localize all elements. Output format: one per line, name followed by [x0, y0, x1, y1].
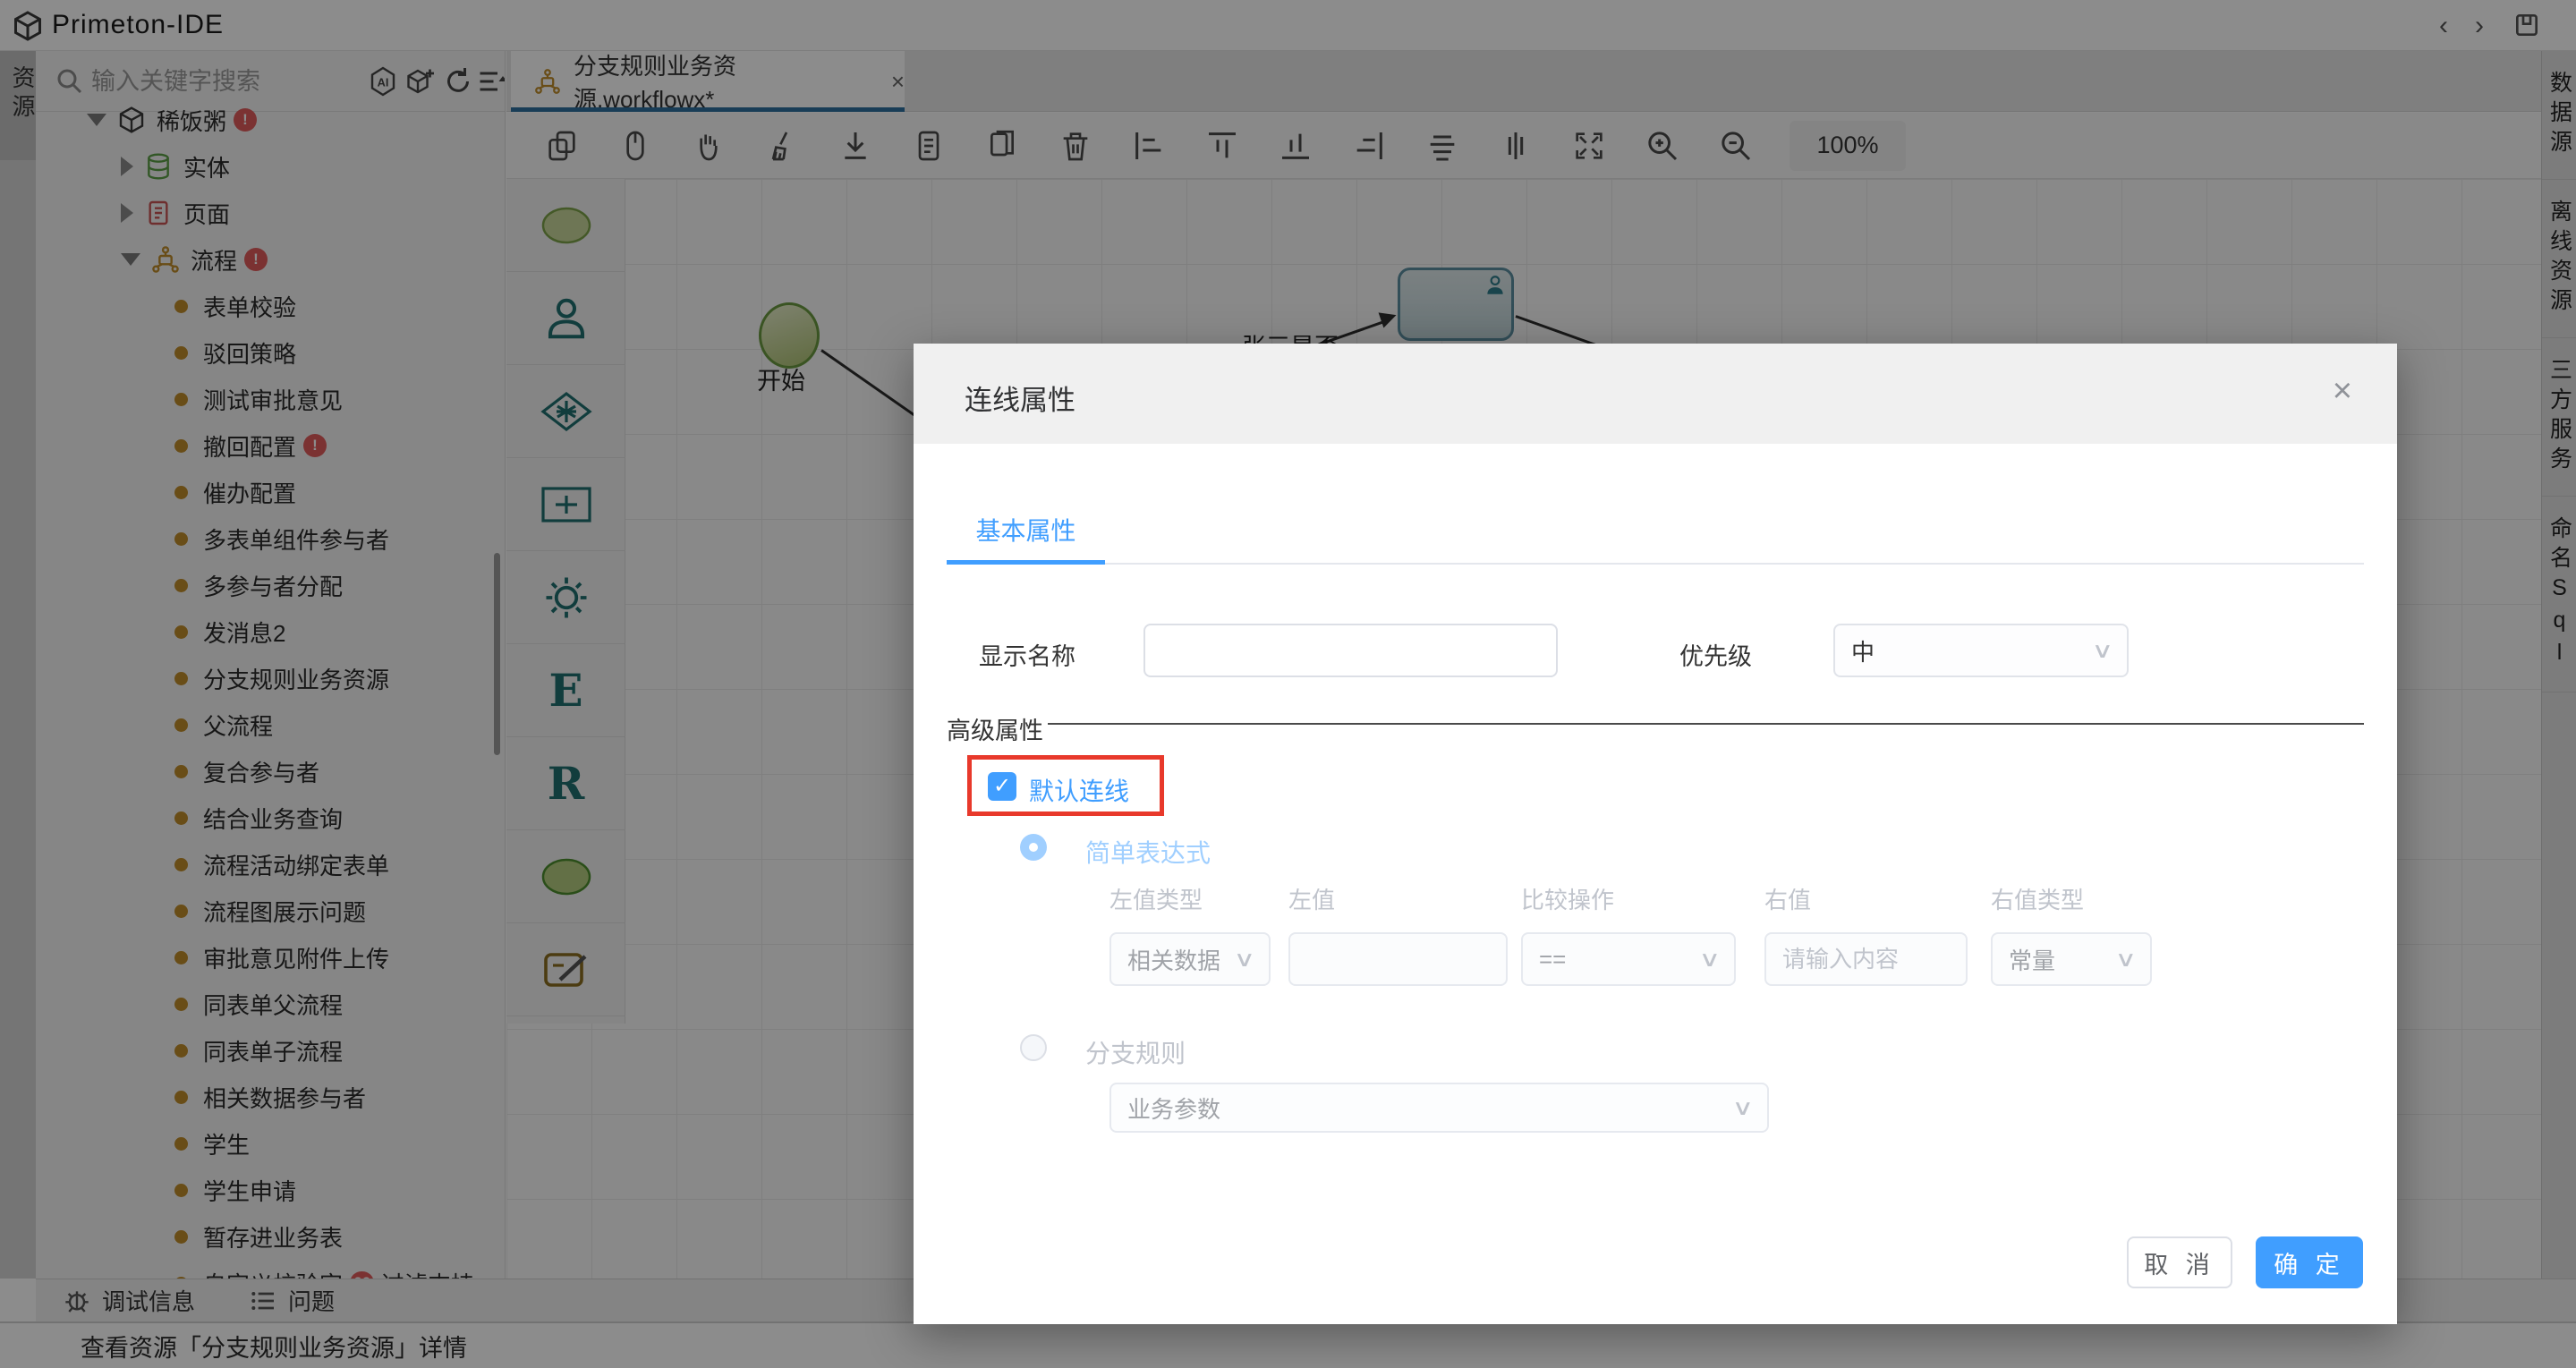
branch-rule-radio[interactable] [1020, 1034, 1047, 1061]
left-type-value: 相关数据 [1127, 947, 1221, 974]
left-type-select[interactable]: 相关数据 ∨ [1109, 932, 1271, 986]
chevron-down-icon: ∨ [2091, 638, 2114, 663]
cancel-button[interactable]: 取 消 [2127, 1236, 2232, 1288]
edge-properties-dialog: 连线属性 × 基本属性 显示名称 优先级 中 ∨ 高级属性 ✓ 默认连线 简单表… [914, 344, 2397, 1324]
dialog-title: 连线属性 [965, 385, 1075, 416]
priority-value: 中 [1851, 638, 1875, 666]
highlight-red-box: ✓ 默认连线 [967, 755, 1164, 816]
right-type-column-label: 右值类型 [1991, 887, 2085, 913]
branch-param-value: 业务参数 [1127, 1095, 1221, 1123]
display-name-input[interactable] [1143, 624, 1558, 677]
tab-basic-properties[interactable]: 基本属性 [947, 512, 1105, 548]
right-type-value: 常量 [2009, 947, 2056, 974]
branch-param-select[interactable]: 业务参数 ∨ [1109, 1083, 1769, 1133]
default-line-checkbox[interactable]: ✓ [988, 772, 1016, 801]
advanced-section-label: 高级属性 [947, 718, 1043, 744]
chevron-down-icon: ∨ [1233, 947, 1256, 972]
chevron-down-icon: ∨ [1731, 1095, 1755, 1120]
right-type-select[interactable]: 常量 ∨ [1991, 932, 2152, 986]
simple-expression-label: 简单表达式 [1085, 839, 1211, 867]
left-value-column-label: 左值 [1288, 887, 1336, 913]
compare-op-value: == [1539, 945, 1567, 973]
branch-rule-label: 分支规则 [1085, 1040, 1186, 1067]
compare-op-column-label: 比较操作 [1521, 887, 1615, 913]
priority-select[interactable]: 中 ∨ [1833, 624, 2129, 677]
simple-expression-radio[interactable] [1020, 834, 1047, 861]
right-value-input[interactable] [1764, 932, 1968, 986]
tab-divider [947, 563, 2364, 565]
active-tab-underline [947, 560, 1105, 565]
right-value-column-label: 右值 [1764, 887, 1812, 913]
dialog-header: 连线属性 × [914, 344, 2397, 444]
dialog-close-icon[interactable]: × [2333, 374, 2352, 408]
display-name-label: 显示名称 [979, 643, 1075, 670]
ok-button[interactable]: 确 定 [2256, 1236, 2363, 1288]
left-value-input[interactable] [1288, 932, 1508, 986]
chevron-down-icon: ∨ [2114, 947, 2138, 972]
chevron-down-icon: ∨ [1698, 947, 1722, 972]
left-type-column-label: 左值类型 [1109, 887, 1203, 913]
priority-label: 优先级 [1679, 643, 1752, 670]
default-line-label: 默认连线 [1029, 777, 1130, 805]
section-divider [1048, 723, 2364, 725]
compare-op-select[interactable]: == ∨ [1521, 932, 1736, 986]
